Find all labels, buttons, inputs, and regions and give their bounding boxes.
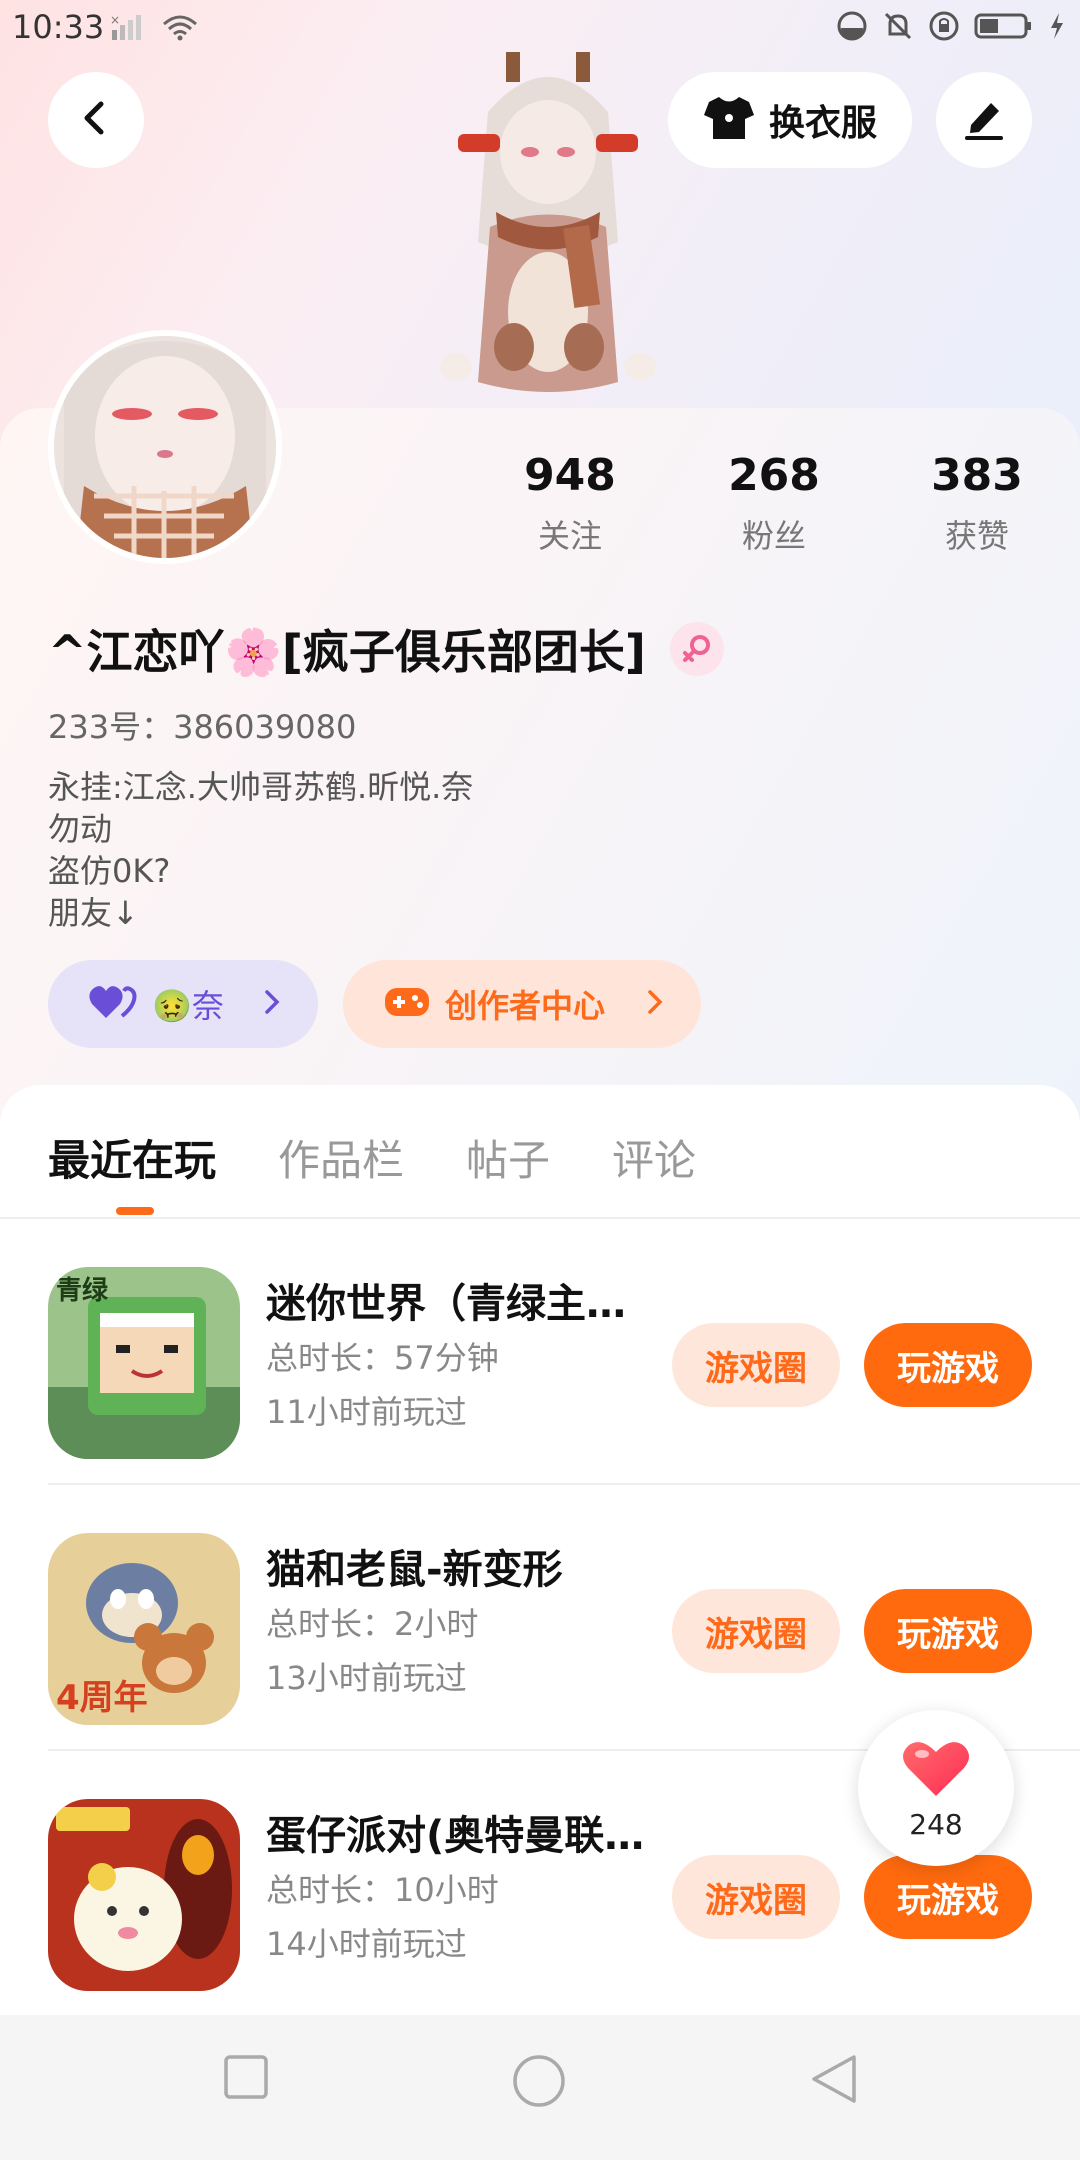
game-play-duration: 总时长：10小时 [266,1871,499,1909]
tab-comments[interactable]: 评论 [612,1127,696,1207]
battery-icon [974,11,1034,45]
nickname-row: ^江恋吖🌸[疯子俱乐部团长] [48,616,724,682]
tab-works[interactable]: 作品栏 [278,1127,404,1207]
followers-label: 粉丝 [741,517,806,555]
game-last-played: 13小时前玩过 [266,1659,467,1697]
game-play-duration: 总时长：2小时 [266,1605,479,1643]
user-avatar[interactable] [48,330,282,564]
edit-profile-button[interactable] [936,72,1032,168]
mute-icon [882,10,914,46]
svg-text:青绿: 青绿 [56,1276,109,1306]
data-saver-icon [836,10,868,46]
game-icon-mini-world[interactable]: 青绿 [48,1267,240,1459]
game-title: 迷你世界（青绿主… [266,1281,626,1327]
game-circle-button[interactable]: 游戏圈 [672,1855,840,1939]
edit-pencil-icon [961,95,1007,145]
status-time: 10:33 [12,8,105,46]
dress-up-label: 换衣服 [768,103,877,144]
game-circle-button[interactable]: 游戏圈 [672,1589,840,1673]
play-game-button[interactable]: 玩游戏 [864,1323,1032,1407]
game-last-played: 14小时前玩过 [266,1925,467,1963]
followers-stat[interactable]: 268 粉丝 [674,450,874,557]
game-icon-eggy-party[interactable] [48,1799,240,1991]
bio-line: 勿动 [48,810,113,848]
dress-up-button[interactable]: 换衣服 [668,72,912,168]
recent-apps-button[interactable] [222,2053,270,2105]
gamepad-icon [383,982,431,1026]
system-navigation-bar [0,2015,1080,2160]
heart-icon [900,1736,972,1804]
close-friend-pill[interactable]: 🤢奈 [48,960,318,1048]
rotation-lock-icon [928,10,960,46]
sim-no-signal-icon: × [110,12,150,46]
bio-line: 朋友↓ [48,894,139,932]
content-panel: 最近在玩 作品栏 帖子 评论 青绿 迷你世界（青绿主… 总时长：57分钟 11小… [0,1085,1080,2015]
following-label: 关注 [537,517,602,555]
game-circle-button[interactable]: 游戏圈 [672,1323,840,1407]
active-tab-indicator [116,1207,154,1215]
tab-posts[interactable]: 帖子 [466,1127,550,1207]
likes-count: 383 [931,450,1023,501]
svg-text:4周年: 4周年 [56,1678,148,1718]
tshirt-icon [703,94,755,146]
close-friend-label: 🤢奈 [152,987,224,1025]
game-last-played: 11小时前玩过 [266,1393,467,1431]
like-floating-button[interactable]: 248 [858,1710,1014,1866]
likes-stat[interactable]: 383 获赞 [877,450,1077,557]
charging-icon [1048,11,1066,45]
double-heart-icon [88,982,138,1026]
user-id: 233号：386039080 [48,708,357,746]
following-count: 948 [524,450,616,501]
play-game-button[interactable]: 玩游戏 [864,1589,1032,1673]
followers-count: 268 [728,450,820,501]
following-stat[interactable]: 948 关注 [470,450,670,557]
nickname: ^江恋吖🌸[疯子俱乐部团长] [48,625,646,679]
back-nav-button[interactable] [808,2053,860,2109]
game-icon-tom-and-jerry[interactable]: 4周年 [48,1533,240,1725]
female-gender-icon [669,622,724,676]
bio-line: 永挂:江念.大帅哥苏鹤.昕悦.奈 [48,768,474,806]
chevron-right-icon [645,988,665,1020]
back-arrow-icon [76,98,116,142]
tab-bar: 最近在玩 作品栏 帖子 评论 [48,1127,696,1207]
home-button[interactable] [511,2053,567,2113]
back-button[interactable] [48,72,144,168]
like-count: 248 [909,1807,963,1841]
bio: 永挂:江念.大帅哥苏鹤.昕悦.奈 勿动 盗仿0K? 朋友↓ [48,766,473,934]
play-game-button[interactable]: 玩游戏 [864,1855,1032,1939]
creator-center-pill[interactable]: 创作者中心 [343,960,701,1048]
tab-recently-played[interactable]: 最近在玩 [48,1127,216,1207]
chevron-right-icon [262,988,282,1020]
game-title: 蛋仔派对(奥特曼联… [266,1813,645,1859]
likes-label: 获赞 [944,517,1009,555]
status-bar: 10:33 × [0,0,1080,56]
game-title: 猫和老鼠-新变形 [266,1547,563,1593]
svg-text:×: × [110,13,120,27]
avatar-character-figure [418,52,678,412]
bio-line: 盗仿0K? [48,852,171,890]
game-play-duration: 总时长：57分钟 [266,1339,499,1377]
profile-stats: 948 关注 268 粉丝 383 获赞 [470,450,1070,570]
creator-center-label: 创作者中心 [445,987,606,1025]
wifi-icon [160,12,200,46]
game-row[interactable]: 青绿 迷你世界（青绿主… 总时长：57分钟 11小时前玩过 游戏圈 玩游戏 [0,1219,1080,1485]
